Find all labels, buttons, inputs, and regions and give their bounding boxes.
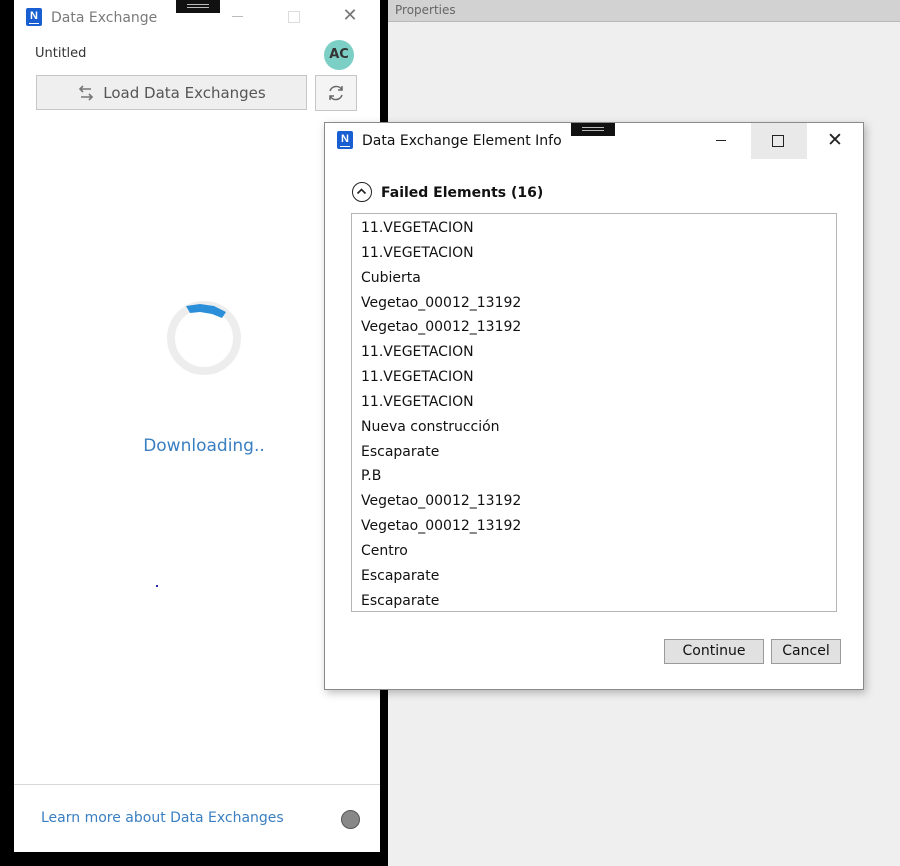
list-item[interactable]: Nueva construcción — [352, 415, 836, 440]
list-item[interactable]: 11.VEGETACION — [352, 241, 836, 266]
dialog-maximize-icon[interactable] — [772, 135, 784, 147]
dialog-minimize-icon[interactable] — [716, 140, 726, 141]
dialog-title: Data Exchange Element Info — [362, 133, 562, 149]
properties-title: Properties — [395, 3, 456, 17]
list-item[interactable]: 11.VEGETACION — [352, 365, 836, 390]
list-item[interactable]: 11.VEGETACION — [352, 216, 836, 241]
list-item[interactable]: Vegetao_00012_13192 — [352, 315, 836, 340]
refresh-icon — [329, 85, 343, 101]
list-item[interactable]: 11.VEGETACION — [352, 340, 836, 365]
document-name: Untitled — [35, 46, 87, 61]
list-item[interactable]: Escaparate — [352, 589, 836, 614]
dialog-grip-handle[interactable] — [571, 123, 615, 136]
continue-button[interactable]: Continue — [664, 639, 764, 664]
footer-divider — [14, 784, 380, 785]
logo-letter: N — [30, 10, 38, 22]
list-item[interactable]: 11.VEGETACION — [352, 390, 836, 415]
failed-elements-heading: Failed Elements (16) — [381, 185, 544, 201]
dialog-logo-letter: N — [341, 133, 349, 145]
window-grip-handle[interactable] — [176, 0, 220, 13]
collapse-chevron-icon[interactable] — [352, 182, 372, 202]
list-item[interactable]: Vegetao_00012_13192 — [352, 291, 836, 316]
data-exchange-logo-icon: N — [26, 8, 42, 26]
properties-header: Properties — [388, 0, 900, 22]
list-item[interactable]: Vegetao_00012_13192 — [352, 514, 836, 539]
load-data-exchanges-button[interactable]: Load Data Exchanges — [36, 75, 307, 110]
swap-arrows-icon — [79, 84, 94, 101]
status-indicator — [341, 810, 360, 829]
load-button-label: Load Data Exchanges — [103, 83, 266, 102]
list-item[interactable]: Centro — [352, 539, 836, 564]
element-info-dialog: N Data Exchange Element Info ✕ Failed El… — [324, 122, 864, 690]
list-item[interactable]: Escaparate — [352, 564, 836, 589]
loading-spinner-icon — [167, 301, 241, 375]
list-item[interactable]: Vegetao_00012_13192 — [352, 489, 836, 514]
learn-more-link[interactable]: Learn more about Data Exchanges — [41, 810, 284, 826]
list-item[interactable]: Cubierta — [352, 266, 836, 291]
panel-title: Data Exchange — [51, 10, 158, 26]
refresh-button[interactable] — [315, 75, 357, 111]
cancel-button[interactable]: Cancel — [771, 639, 841, 664]
list-item[interactable]: P.B — [352, 464, 836, 489]
failed-elements-list[interactable]: 11.VEGETACION 11.VEGETACION Cubierta Veg… — [351, 213, 837, 612]
dialog-close-icon[interactable]: ✕ — [824, 129, 846, 151]
avatar[interactable]: AC — [324, 40, 354, 70]
progress-dot — [156, 585, 158, 587]
list-item[interactable]: Escaparate — [352, 440, 836, 465]
close-icon[interactable]: ✕ — [340, 6, 360, 26]
maximize-icon[interactable] — [288, 11, 300, 23]
minimize-icon[interactable] — [232, 16, 243, 17]
dialog-logo-icon: N — [337, 131, 353, 149]
